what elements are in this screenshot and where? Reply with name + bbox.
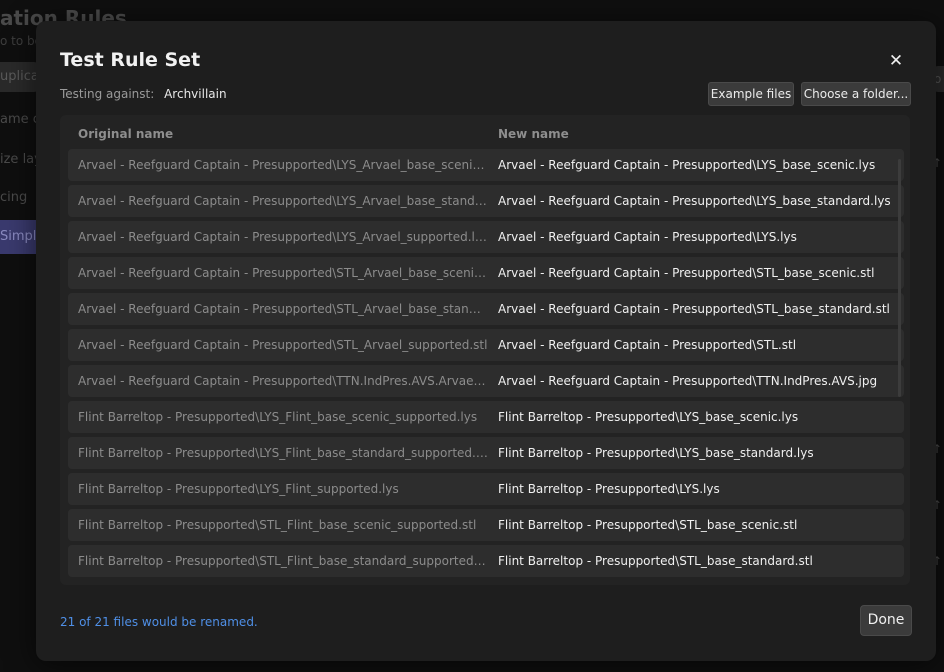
table-row: Arvael - Reefguard Captain - Presupporte… bbox=[68, 149, 904, 181]
example-files-button[interactable]: Example files bbox=[708, 82, 794, 106]
testing-against-label: Testing against: bbox=[60, 87, 155, 101]
table-row: Flint Barreltop - Presupported\STL_Flint… bbox=[68, 509, 904, 541]
original-name: Arvael - Reefguard Captain - Presupporte… bbox=[78, 338, 488, 352]
original-name: Flint Barreltop - Presupported\LYS_Flint… bbox=[78, 482, 399, 496]
new-name: Arvael - Reefguard Captain - Presupporte… bbox=[498, 302, 890, 316]
original-name: Arvael - Reefguard Captain - Presupporte… bbox=[78, 266, 488, 280]
test-rule-set-dialog: Test Rule Set ✕ Testing against: Archvil… bbox=[36, 21, 936, 661]
testing-against: Testing against: Archvillain bbox=[60, 87, 227, 101]
table-header: Original name New name bbox=[60, 115, 910, 153]
table-row: Flint Barreltop - Presupported\LYS_Flint… bbox=[68, 401, 904, 433]
new-name: Flint Barreltop - Presupported\LYS.lys bbox=[498, 482, 720, 496]
table-row: Flint Barreltop - Presupported\LYS_Flint… bbox=[68, 437, 904, 469]
testing-against-value: Archvillain bbox=[164, 87, 227, 101]
column-header-new: New name bbox=[498, 127, 569, 141]
new-name: Flint Barreltop - Presupported\LYS_base_… bbox=[498, 410, 799, 424]
original-name: Flint Barreltop - Presupported\STL_Flint… bbox=[78, 518, 477, 532]
new-name: Arvael - Reefguard Captain - Presupporte… bbox=[498, 194, 891, 208]
table-row: Flint Barreltop - Presupported\LYS_Flint… bbox=[68, 473, 904, 505]
table-row: Arvael - Reefguard Captain - Presupporte… bbox=[68, 365, 904, 397]
table-row: Arvael - Reefguard Captain - Presupporte… bbox=[68, 293, 904, 325]
column-header-original: Original name bbox=[78, 127, 174, 141]
table-row: Flint Barreltop - Presupported\STL_Flint… bbox=[68, 545, 904, 577]
original-name: Arvael - Reefguard Captain - Presupporte… bbox=[78, 158, 488, 172]
background-nav-item: cing bbox=[0, 190, 28, 205]
rename-preview-table: Original name New name Arvael - Reefguar… bbox=[60, 115, 910, 585]
background-nav-item-active: Simple bbox=[0, 220, 36, 254]
table-body: Arvael - Reefguard Captain - Presupporte… bbox=[68, 149, 904, 581]
background-button: uplica bbox=[0, 62, 38, 92]
close-icon[interactable]: ✕ bbox=[886, 51, 906, 71]
table-row: Arvael - Reefguard Captain - Presupporte… bbox=[68, 185, 904, 217]
table-row: Arvael - Reefguard Captain - Presupporte… bbox=[68, 329, 904, 361]
new-name: Flint Barreltop - Presupported\STL_base_… bbox=[498, 518, 798, 532]
new-name: Flint Barreltop - Presupported\STL_base_… bbox=[498, 554, 813, 568]
background-nav-item: ize lay bbox=[0, 152, 36, 167]
original-name: Arvael - Reefguard Captain - Presupporte… bbox=[78, 194, 488, 208]
new-name: Flint Barreltop - Presupported\LYS_base_… bbox=[498, 446, 814, 460]
original-name: Flint Barreltop - Presupported\LYS_Flint… bbox=[78, 410, 478, 424]
background-nav-item: ame c bbox=[0, 112, 36, 127]
new-name: Arvael - Reefguard Captain - Presupporte… bbox=[498, 158, 876, 172]
new-name: Arvael - Reefguard Captain - Presupporte… bbox=[498, 266, 875, 280]
new-name: Arvael - Reefguard Captain - Presupporte… bbox=[498, 338, 797, 352]
original-name: Flint Barreltop - Presupported\STL_Flint… bbox=[78, 554, 488, 568]
done-button[interactable]: Done bbox=[860, 605, 912, 636]
new-name: Arvael - Reefguard Captain - Presupporte… bbox=[498, 230, 797, 244]
original-name: Arvael - Reefguard Captain - Presupporte… bbox=[78, 302, 488, 316]
choose-folder-button[interactable]: Choose a folder... bbox=[801, 82, 911, 106]
original-name: Arvael - Reefguard Captain - Presupporte… bbox=[78, 230, 488, 244]
table-row: Arvael - Reefguard Captain - Presupporte… bbox=[68, 257, 904, 289]
original-name: Arvael - Reefguard Captain - Presupporte… bbox=[78, 374, 488, 388]
table-scrollbar[interactable] bbox=[898, 159, 901, 397]
original-name: Flint Barreltop - Presupported\LYS_Flint… bbox=[78, 446, 488, 460]
table-row: Arvael - Reefguard Captain - Presupporte… bbox=[68, 221, 904, 253]
rename-status: 21 of 21 files would be renamed. bbox=[60, 615, 258, 629]
dialog-title: Test Rule Set bbox=[60, 49, 201, 71]
new-name: Arvael - Reefguard Captain - Presupporte… bbox=[498, 374, 878, 388]
